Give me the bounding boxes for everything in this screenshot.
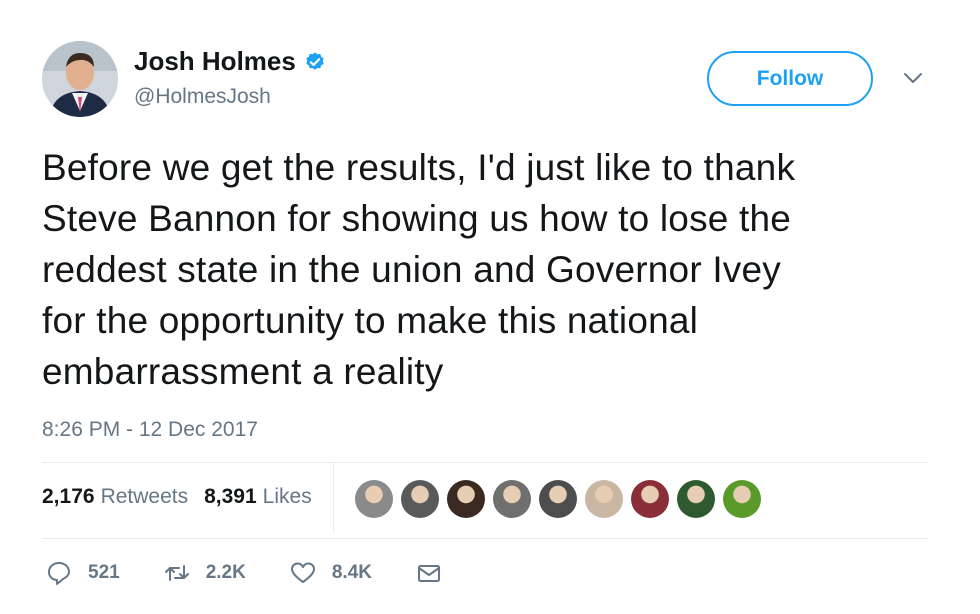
- verified-badge-icon: [306, 51, 324, 70]
- avatar-image: [42, 41, 118, 117]
- stats-separator: [333, 462, 334, 532]
- chevron-down-icon[interactable]: [902, 70, 924, 86]
- tweet-text-line: Before we get the results, I'd just like…: [42, 147, 796, 188]
- reply-action[interactable]: 521: [46, 560, 120, 586]
- likers-avatars: [355, 480, 769, 518]
- author-avatar[interactable]: [42, 41, 118, 117]
- reply-icon: [48, 562, 70, 585]
- retweets-stat[interactable]: 2,176 Retweets: [42, 485, 188, 509]
- liker-avatar[interactable]: [447, 480, 485, 518]
- likes-count: 8,391: [204, 485, 257, 508]
- tweet-timestamp[interactable]: 8:26 PM - 12 Dec 2017: [42, 418, 258, 442]
- envelope-icon: [417, 565, 440, 582]
- retweet-count: 2.2K: [205, 562, 246, 583]
- retweets-count: 2,176: [42, 485, 95, 508]
- heart-icon: [290, 562, 315, 583]
- direct-message-action[interactable]: [416, 560, 442, 586]
- stats-top-divider: [42, 462, 928, 463]
- reply-count: 521: [88, 562, 120, 583]
- liker-avatar[interactable]: [493, 480, 531, 518]
- tweet-actions: 521 2.2K 8.4K: [46, 560, 486, 586]
- liker-avatar[interactable]: [401, 480, 439, 518]
- liker-avatar[interactable]: [355, 480, 393, 518]
- tweet-stats: 2,176 Retweets 8,391 Likes: [42, 485, 328, 509]
- tweet-text-line: reddest state in the union and Governor …: [42, 249, 781, 290]
- liker-avatar[interactable]: [585, 480, 623, 518]
- retweet-icon: [164, 565, 189, 581]
- tweet-text-line: Steve Bannon for showing us how to lose …: [42, 198, 792, 239]
- tweet-text-line: embarrassment a reality: [42, 351, 444, 392]
- liker-avatar[interactable]: [631, 480, 669, 518]
- follow-button[interactable]: Follow: [707, 51, 873, 106]
- liker-avatar[interactable]: [677, 480, 715, 518]
- like-action[interactable]: 8.4K: [290, 560, 372, 586]
- author-name-row: Josh Holmes: [134, 46, 326, 77]
- author-handle[interactable]: @HolmesJosh: [134, 85, 271, 109]
- tweet-text: Before we get the results, I'd just like…: [42, 142, 942, 397]
- liker-avatar[interactable]: [539, 480, 577, 518]
- retweets-label: Retweets: [100, 485, 189, 508]
- likes-label: Likes: [262, 485, 312, 508]
- retweet-action[interactable]: 2.2K: [164, 560, 246, 586]
- author-name[interactable]: Josh Holmes: [134, 46, 296, 77]
- likes-stat[interactable]: 8,391 Likes: [204, 485, 312, 509]
- tweet-text-line: for the opportunity to make this nationa…: [42, 300, 699, 341]
- liker-avatar[interactable]: [723, 480, 761, 518]
- like-count: 8.4K: [331, 562, 372, 583]
- stats-bottom-divider: [42, 538, 928, 539]
